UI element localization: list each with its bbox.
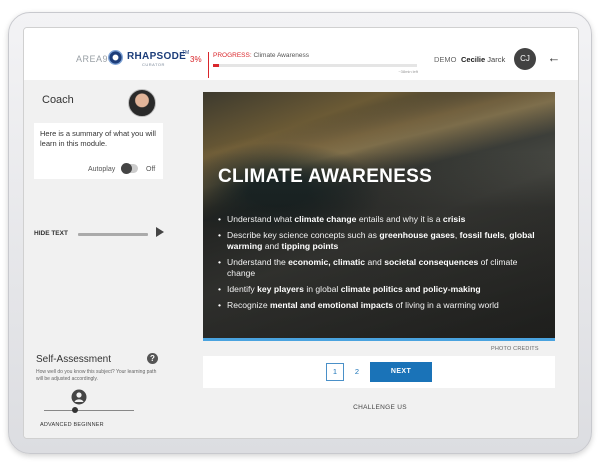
play-icon[interactable] (156, 227, 164, 237)
app-header: AREA9 RHAPSODE TM CURATOR 3% PROGRESS: C… (24, 28, 578, 80)
objective-item: Describe key science concepts such as gr… (218, 230, 543, 252)
app-screen: AREA9 RHAPSODE TM CURATOR 3% PROGRESS: C… (23, 27, 579, 439)
objective-text: Recognize (227, 300, 270, 310)
objective-text: Understand what (227, 214, 295, 224)
self-assessment-panel: Self-Assessment ? How well do you know t… (30, 346, 167, 434)
lesson-card: CLIMATE AWARENESS Understand what climat… (191, 88, 569, 435)
autoplay-toggle[interactable] (121, 163, 138, 174)
coach-message: Here is a summary of what you will learn… (40, 129, 156, 148)
objective-text: of living in a warming world (393, 300, 499, 310)
photo-credits-link[interactable]: PHOTO CREDITS (491, 346, 539, 352)
level-slider-track[interactable] (44, 410, 134, 411)
user-first-name: Cecilie (461, 55, 486, 64)
demo-label: DEMO (434, 55, 457, 64)
progress-prefix: PROGRESS: (213, 52, 252, 59)
progress-bar (213, 64, 417, 67)
logo-trademark: TM (182, 50, 190, 56)
objective-keyword: economic, climatic (288, 257, 366, 267)
autoplay-label: Autoplay (88, 166, 116, 173)
self-assessment-title: Self-Assessment (36, 354, 112, 365)
lesson-title: CLIMATE AWARENESS (218, 166, 433, 187)
help-icon[interactable]: ? (147, 353, 158, 364)
objective-item: Understand the economic, climatic and so… (218, 257, 543, 279)
learning-objectives: Understand what climate change entails a… (218, 214, 543, 316)
objective-item: Identify key players in global climate p… (218, 284, 543, 295)
coach-title: Coach (42, 94, 74, 106)
coach-message-box: Here is a summary of what you will learn… (34, 123, 163, 179)
user-name: Cecilie Jarck (461, 55, 505, 64)
arrow-left-icon[interactable]: ← (546, 50, 562, 66)
content-area: Coach Here is a summary of what you will… (24, 80, 578, 438)
objective-item: Understand what climate change entails a… (218, 214, 543, 225)
progress-time-left: ~38min left (398, 69, 418, 74)
objective-keyword: mental and emotional impacts (270, 300, 394, 310)
person-icon (71, 389, 87, 405)
progress-label: PROGRESS: Climate Awareness (213, 52, 418, 59)
challenge-us-button[interactable]: CHALLENGE US (191, 404, 569, 411)
objective-keyword: crisis (442, 214, 466, 224)
pagination-bar: 1 2 NEXT (203, 356, 555, 388)
tablet-frame: AREA9 RHAPSODE TM CURATOR 3% PROGRESS: C… (8, 12, 592, 454)
progress-fill (213, 64, 219, 67)
progress-percent: 3% (190, 55, 202, 64)
objective-item: Recognize mental and emotional impacts o… (218, 300, 543, 311)
next-button[interactable]: NEXT (370, 362, 432, 382)
logo-area9: AREA9 (76, 54, 109, 64)
logo-curator: CURATOR (142, 62, 165, 67)
objective-keyword: greenhouse gases (379, 230, 455, 240)
user-last-name: Jarck (487, 55, 506, 64)
objective-text: Understand the (227, 257, 289, 267)
objective-keyword: fossil fuels (459, 230, 505, 240)
hide-text-button[interactable]: HIDE TEXT (34, 230, 68, 237)
self-assessment-description: How well do you know this subject? Your … (36, 369, 157, 382)
progress-section: PROGRESS: Climate Awareness ~38min left (208, 52, 418, 78)
level-slider-handle[interactable] (72, 407, 78, 413)
audio-progress-slider[interactable] (78, 233, 148, 236)
page-2-button[interactable]: 2 (351, 363, 363, 381)
page-1-button[interactable]: 1 (326, 363, 344, 381)
objective-text: in global (303, 284, 341, 294)
objective-text: and (365, 257, 385, 267)
coach-panel: Coach Here is a summary of what you will… (30, 88, 167, 237)
objective-keyword: key players (257, 284, 304, 294)
autoplay-state: Off (146, 166, 156, 173)
hero-accent-bar (203, 338, 555, 341)
lesson-hero-image: CLIMATE AWARENESS Understand what climat… (203, 92, 555, 338)
logo-rhapsode: RHAPSODE (127, 51, 187, 62)
avatar[interactable]: CJ (514, 48, 536, 70)
objective-text: and (262, 241, 282, 251)
coach-avatar (128, 89, 156, 117)
objective-text: Identify (227, 284, 258, 294)
objective-keyword: societal consequences (384, 257, 479, 267)
toggle-knob (121, 163, 132, 174)
objective-keyword: climate politics and policy-making (340, 284, 481, 294)
objective-keyword: tipping points (281, 241, 339, 251)
objective-text: Describe key science concepts such as (227, 230, 380, 240)
rhapsode-logo-icon (108, 50, 123, 65)
progress-title: Climate Awareness (253, 52, 309, 59)
objective-text: entails and why it is a (356, 214, 443, 224)
level-label: ADVANCED BEGINNER (40, 422, 104, 428)
objective-keyword: climate change (294, 214, 357, 224)
